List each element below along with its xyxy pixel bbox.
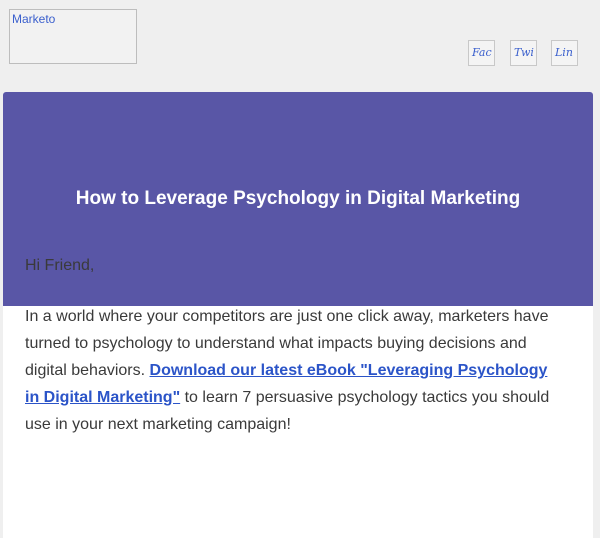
logo-alt-text: Marketo	[12, 12, 56, 26]
marketo-logo[interactable]: Marketo	[9, 9, 137, 64]
twitter-icon[interactable]: Twi	[510, 40, 537, 66]
twitter-alt-text: Twi	[514, 46, 534, 59]
linkedin-icon[interactable]: Lin	[551, 40, 578, 66]
email-header: Marketo Fac Twi Lin	[0, 0, 600, 92]
greeting: Hi Friend,	[25, 257, 95, 274]
email-body: Hi Friend, In a world where your competi…	[25, 252, 550, 438]
hero-title: How to Leverage Psychology in Digital Ma…	[75, 188, 521, 209]
body-paragraph: In a world where your competitors are ju…	[25, 303, 550, 438]
facebook-alt-text: Fac	[472, 46, 492, 59]
facebook-icon[interactable]: Fac	[468, 40, 495, 66]
linkedin-alt-text: Lin	[555, 46, 573, 59]
